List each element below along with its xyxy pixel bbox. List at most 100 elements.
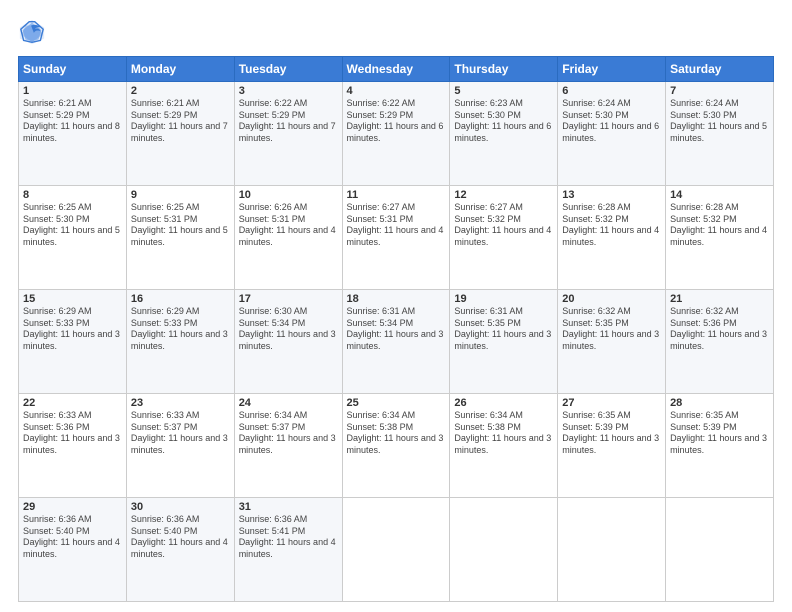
calendar-cell: 31Sunrise: 6:36 AMSunset: 5:41 PMDayligh… <box>234 498 342 602</box>
day-number: 25 <box>347 397 446 409</box>
calendar-cell: 2Sunrise: 6:21 AMSunset: 5:29 PMDaylight… <box>126 82 234 186</box>
cell-text: Sunrise: 6:34 AMSunset: 5:38 PMDaylight:… <box>347 410 444 455</box>
week-row-3: 15Sunrise: 6:29 AMSunset: 5:33 PMDayligh… <box>19 290 774 394</box>
calendar-cell: 9Sunrise: 6:25 AMSunset: 5:31 PMDaylight… <box>126 186 234 290</box>
cell-text: Sunrise: 6:22 AMSunset: 5:29 PMDaylight:… <box>239 98 336 143</box>
calendar-cell: 16Sunrise: 6:29 AMSunset: 5:33 PMDayligh… <box>126 290 234 394</box>
calendar-cell: 8Sunrise: 6:25 AMSunset: 5:30 PMDaylight… <box>19 186 127 290</box>
cell-text: Sunrise: 6:21 AMSunset: 5:29 PMDaylight:… <box>131 98 228 143</box>
calendar-cell <box>342 498 450 602</box>
calendar-cell <box>450 498 558 602</box>
calendar-cell: 22Sunrise: 6:33 AMSunset: 5:36 PMDayligh… <box>19 394 127 498</box>
cell-text: Sunrise: 6:21 AMSunset: 5:29 PMDaylight:… <box>23 98 120 143</box>
week-row-1: 1Sunrise: 6:21 AMSunset: 5:29 PMDaylight… <box>19 82 774 186</box>
calendar-cell: 10Sunrise: 6:26 AMSunset: 5:31 PMDayligh… <box>234 186 342 290</box>
day-number: 7 <box>670 85 769 97</box>
header-sunday: Sunday <box>19 57 127 82</box>
calendar-cell: 11Sunrise: 6:27 AMSunset: 5:31 PMDayligh… <box>342 186 450 290</box>
day-number: 21 <box>670 293 769 305</box>
calendar-cell: 5Sunrise: 6:23 AMSunset: 5:30 PMDaylight… <box>450 82 558 186</box>
day-number: 1 <box>23 85 122 97</box>
calendar-cell: 7Sunrise: 6:24 AMSunset: 5:30 PMDaylight… <box>666 82 774 186</box>
day-number: 14 <box>670 189 769 201</box>
header <box>18 18 774 46</box>
header-tuesday: Tuesday <box>234 57 342 82</box>
cell-text: Sunrise: 6:26 AMSunset: 5:31 PMDaylight:… <box>239 202 336 247</box>
cell-text: Sunrise: 6:24 AMSunset: 5:30 PMDaylight:… <box>670 98 767 143</box>
cell-text: Sunrise: 6:25 AMSunset: 5:31 PMDaylight:… <box>131 202 228 247</box>
cell-text: Sunrise: 6:34 AMSunset: 5:38 PMDaylight:… <box>454 410 551 455</box>
cell-text: Sunrise: 6:32 AMSunset: 5:35 PMDaylight:… <box>562 306 659 351</box>
header-monday: Monday <box>126 57 234 82</box>
calendar-cell: 15Sunrise: 6:29 AMSunset: 5:33 PMDayligh… <box>19 290 127 394</box>
cell-text: Sunrise: 6:34 AMSunset: 5:37 PMDaylight:… <box>239 410 336 455</box>
calendar-cell <box>558 498 666 602</box>
day-number: 29 <box>23 501 122 513</box>
day-number: 24 <box>239 397 338 409</box>
calendar-cell <box>666 498 774 602</box>
cell-text: Sunrise: 6:36 AMSunset: 5:40 PMDaylight:… <box>23 514 120 559</box>
calendar-cell: 24Sunrise: 6:34 AMSunset: 5:37 PMDayligh… <box>234 394 342 498</box>
header-thursday: Thursday <box>450 57 558 82</box>
calendar-cell: 30Sunrise: 6:36 AMSunset: 5:40 PMDayligh… <box>126 498 234 602</box>
day-number: 17 <box>239 293 338 305</box>
cell-text: Sunrise: 6:32 AMSunset: 5:36 PMDaylight:… <box>670 306 767 351</box>
calendar-cell: 25Sunrise: 6:34 AMSunset: 5:38 PMDayligh… <box>342 394 450 498</box>
day-number: 4 <box>347 85 446 97</box>
cell-text: Sunrise: 6:31 AMSunset: 5:34 PMDaylight:… <box>347 306 444 351</box>
day-number: 15 <box>23 293 122 305</box>
calendar-table: SundayMondayTuesdayWednesdayThursdayFrid… <box>18 56 774 602</box>
day-number: 6 <box>562 85 661 97</box>
day-number: 22 <box>23 397 122 409</box>
cell-text: Sunrise: 6:27 AMSunset: 5:32 PMDaylight:… <box>454 202 551 247</box>
week-row-4: 22Sunrise: 6:33 AMSunset: 5:36 PMDayligh… <box>19 394 774 498</box>
cell-text: Sunrise: 6:22 AMSunset: 5:29 PMDaylight:… <box>347 98 444 143</box>
cell-text: Sunrise: 6:33 AMSunset: 5:37 PMDaylight:… <box>131 410 228 455</box>
calendar-cell: 17Sunrise: 6:30 AMSunset: 5:34 PMDayligh… <box>234 290 342 394</box>
calendar-cell: 27Sunrise: 6:35 AMSunset: 5:39 PMDayligh… <box>558 394 666 498</box>
day-number: 26 <box>454 397 553 409</box>
day-number: 5 <box>454 85 553 97</box>
calendar-cell: 12Sunrise: 6:27 AMSunset: 5:32 PMDayligh… <box>450 186 558 290</box>
day-number: 28 <box>670 397 769 409</box>
calendar-cell: 21Sunrise: 6:32 AMSunset: 5:36 PMDayligh… <box>666 290 774 394</box>
day-number: 9 <box>131 189 230 201</box>
calendar-cell: 4Sunrise: 6:22 AMSunset: 5:29 PMDaylight… <box>342 82 450 186</box>
cell-text: Sunrise: 6:31 AMSunset: 5:35 PMDaylight:… <box>454 306 551 351</box>
calendar-cell: 20Sunrise: 6:32 AMSunset: 5:35 PMDayligh… <box>558 290 666 394</box>
cell-text: Sunrise: 6:35 AMSunset: 5:39 PMDaylight:… <box>670 410 767 455</box>
day-number: 20 <box>562 293 661 305</box>
logo <box>18 18 50 46</box>
calendar-cell: 26Sunrise: 6:34 AMSunset: 5:38 PMDayligh… <box>450 394 558 498</box>
calendar-cell: 6Sunrise: 6:24 AMSunset: 5:30 PMDaylight… <box>558 82 666 186</box>
day-number: 3 <box>239 85 338 97</box>
day-number: 8 <box>23 189 122 201</box>
cell-text: Sunrise: 6:24 AMSunset: 5:30 PMDaylight:… <box>562 98 659 143</box>
calendar-cell: 28Sunrise: 6:35 AMSunset: 5:39 PMDayligh… <box>666 394 774 498</box>
day-number: 11 <box>347 189 446 201</box>
header-wednesday: Wednesday <box>342 57 450 82</box>
calendar-cell: 3Sunrise: 6:22 AMSunset: 5:29 PMDaylight… <box>234 82 342 186</box>
header-friday: Friday <box>558 57 666 82</box>
calendar-cell: 19Sunrise: 6:31 AMSunset: 5:35 PMDayligh… <box>450 290 558 394</box>
cell-text: Sunrise: 6:28 AMSunset: 5:32 PMDaylight:… <box>562 202 659 247</box>
cell-text: Sunrise: 6:28 AMSunset: 5:32 PMDaylight:… <box>670 202 767 247</box>
day-number: 12 <box>454 189 553 201</box>
day-number: 10 <box>239 189 338 201</box>
cell-text: Sunrise: 6:30 AMSunset: 5:34 PMDaylight:… <box>239 306 336 351</box>
calendar-cell: 18Sunrise: 6:31 AMSunset: 5:34 PMDayligh… <box>342 290 450 394</box>
calendar-cell: 14Sunrise: 6:28 AMSunset: 5:32 PMDayligh… <box>666 186 774 290</box>
day-number: 13 <box>562 189 661 201</box>
day-number: 19 <box>454 293 553 305</box>
day-number: 27 <box>562 397 661 409</box>
header-row: SundayMondayTuesdayWednesdayThursdayFrid… <box>19 57 774 82</box>
day-number: 23 <box>131 397 230 409</box>
day-number: 30 <box>131 501 230 513</box>
day-number: 2 <box>131 85 230 97</box>
cell-text: Sunrise: 6:29 AMSunset: 5:33 PMDaylight:… <box>23 306 120 351</box>
week-row-2: 8Sunrise: 6:25 AMSunset: 5:30 PMDaylight… <box>19 186 774 290</box>
header-saturday: Saturday <box>666 57 774 82</box>
day-number: 18 <box>347 293 446 305</box>
page: SundayMondayTuesdayWednesdayThursdayFrid… <box>0 0 792 612</box>
cell-text: Sunrise: 6:33 AMSunset: 5:36 PMDaylight:… <box>23 410 120 455</box>
